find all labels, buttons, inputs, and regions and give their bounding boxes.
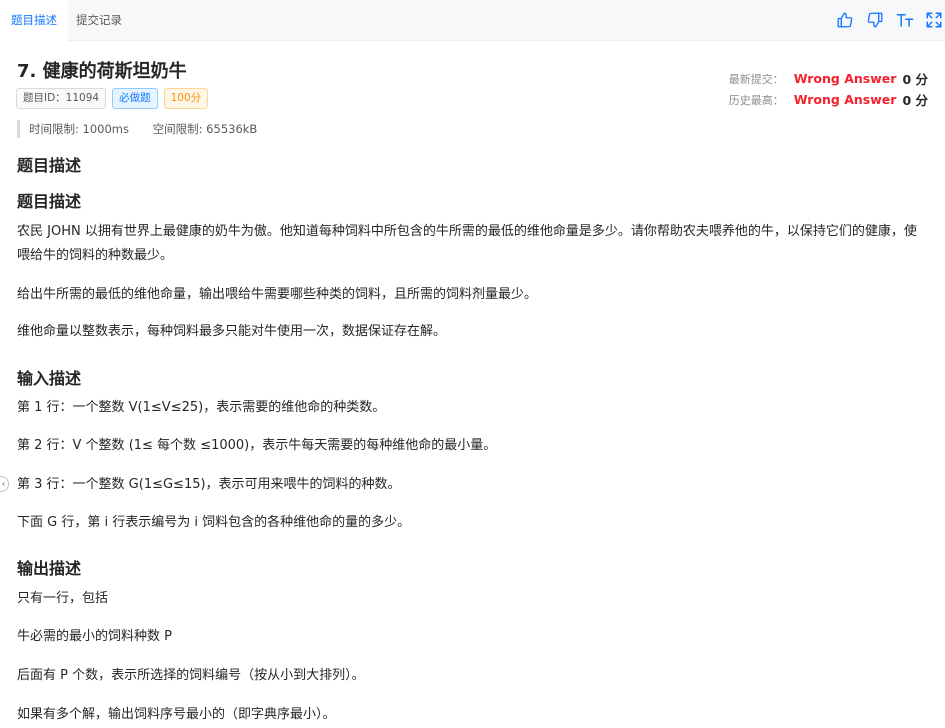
- description-paragraph-1: 农民 JOHN 以拥有世界上最健康的奶牛为傲。他知道每种饲料中所包含的牛所需的最…: [17, 224, 917, 263]
- memory-limit: 空间限制: 65536kB: [152, 122, 258, 136]
- best-score: 0 分: [902, 93, 928, 108]
- latest-verdict[interactable]: Wrong Answer: [794, 71, 897, 86]
- section-heading-input: 输入描述: [17, 369, 82, 388]
- tab-problem-description[interactable]: 题目描述: [0, 0, 68, 41]
- description-paragraph-2: 给出牛所需的最低的维他命量，输出喂给牛需要哪些种类的饲料，且所需的饲料剂量最少。: [17, 287, 538, 302]
- output-paragraph-1: 只有一行，包括: [17, 591, 109, 606]
- section-heading-output: 输出描述: [17, 559, 82, 578]
- best-submission-label: 历史最高：: [728, 93, 784, 107]
- fullscreen-icon[interactable]: [925, 11, 943, 29]
- limits-bar: 时间限制: 1000ms 空间限制: 65536kB: [17, 120, 277, 138]
- latest-submission: 最新提交： Wrong Answer 0 分: [729, 69, 928, 88]
- output-paragraph-2: 牛必需的最小的饲料种数 P: [17, 629, 172, 644]
- problem-tags: 题目ID：11094 必做题 100分: [16, 88, 209, 109]
- tab-submission-records[interactable]: 提交记录: [65, 0, 133, 40]
- latest-score: 0 分: [902, 72, 928, 87]
- thumbs-down-icon[interactable]: [866, 11, 884, 29]
- font-size-icon[interactable]: [896, 11, 914, 29]
- score-badge: 100分: [163, 88, 209, 109]
- tab-bar: 题目描述 提交记录: [0, 0, 945, 41]
- thumbs-up-icon[interactable]: [836, 11, 854, 29]
- description-paragraph-3: 维他命量以整数表示，每种饲料最多只能对牛使用一次，数据保证存在解。: [17, 324, 447, 339]
- best-verdict[interactable]: Wrong Answer: [794, 92, 897, 107]
- problem-id-badge: 题目ID：11094: [16, 88, 107, 109]
- problem-title: 7. 健康的荷斯坦奶牛: [17, 61, 187, 82]
- input-paragraph-3: 第 3 行：一个整数 G(1≤G≤15)，表示可用来喂牛的饲料的种数。: [17, 477, 401, 492]
- output-paragraph-3: 后面有 P 个数，表示所选择的饲料编号（按从小到大排列）。: [17, 668, 365, 683]
- input-paragraph-2: 第 2 行：V 个整数 (1≤ 每个数 ≤1000)，表示牛每天需要的每种维他命…: [17, 438, 497, 453]
- time-limit: 时间限制: 1000ms: [29, 122, 129, 136]
- collapse-panel-handle[interactable]: ‹: [0, 476, 9, 492]
- output-paragraph-4: 如果有多个解，输出饲料序号最小的（即字典序最小）。: [17, 707, 336, 722]
- input-paragraph-1: 第 1 行：一个整数 V(1≤V≤25)，表示需要的维他命的种类数。: [17, 400, 386, 415]
- latest-submission-label: 最新提交：: [728, 72, 784, 86]
- subsection-heading-description: 题目描述: [17, 192, 82, 211]
- input-paragraph-4: 下面 G 行，第 i 行表示编号为 i 饲料包含的各种维他命的量的多少。: [17, 515, 411, 530]
- section-heading-description: 题目描述: [17, 156, 82, 175]
- required-badge: 必做题: [112, 88, 158, 109]
- best-submission: 历史最高： Wrong Answer 0 分: [729, 90, 928, 109]
